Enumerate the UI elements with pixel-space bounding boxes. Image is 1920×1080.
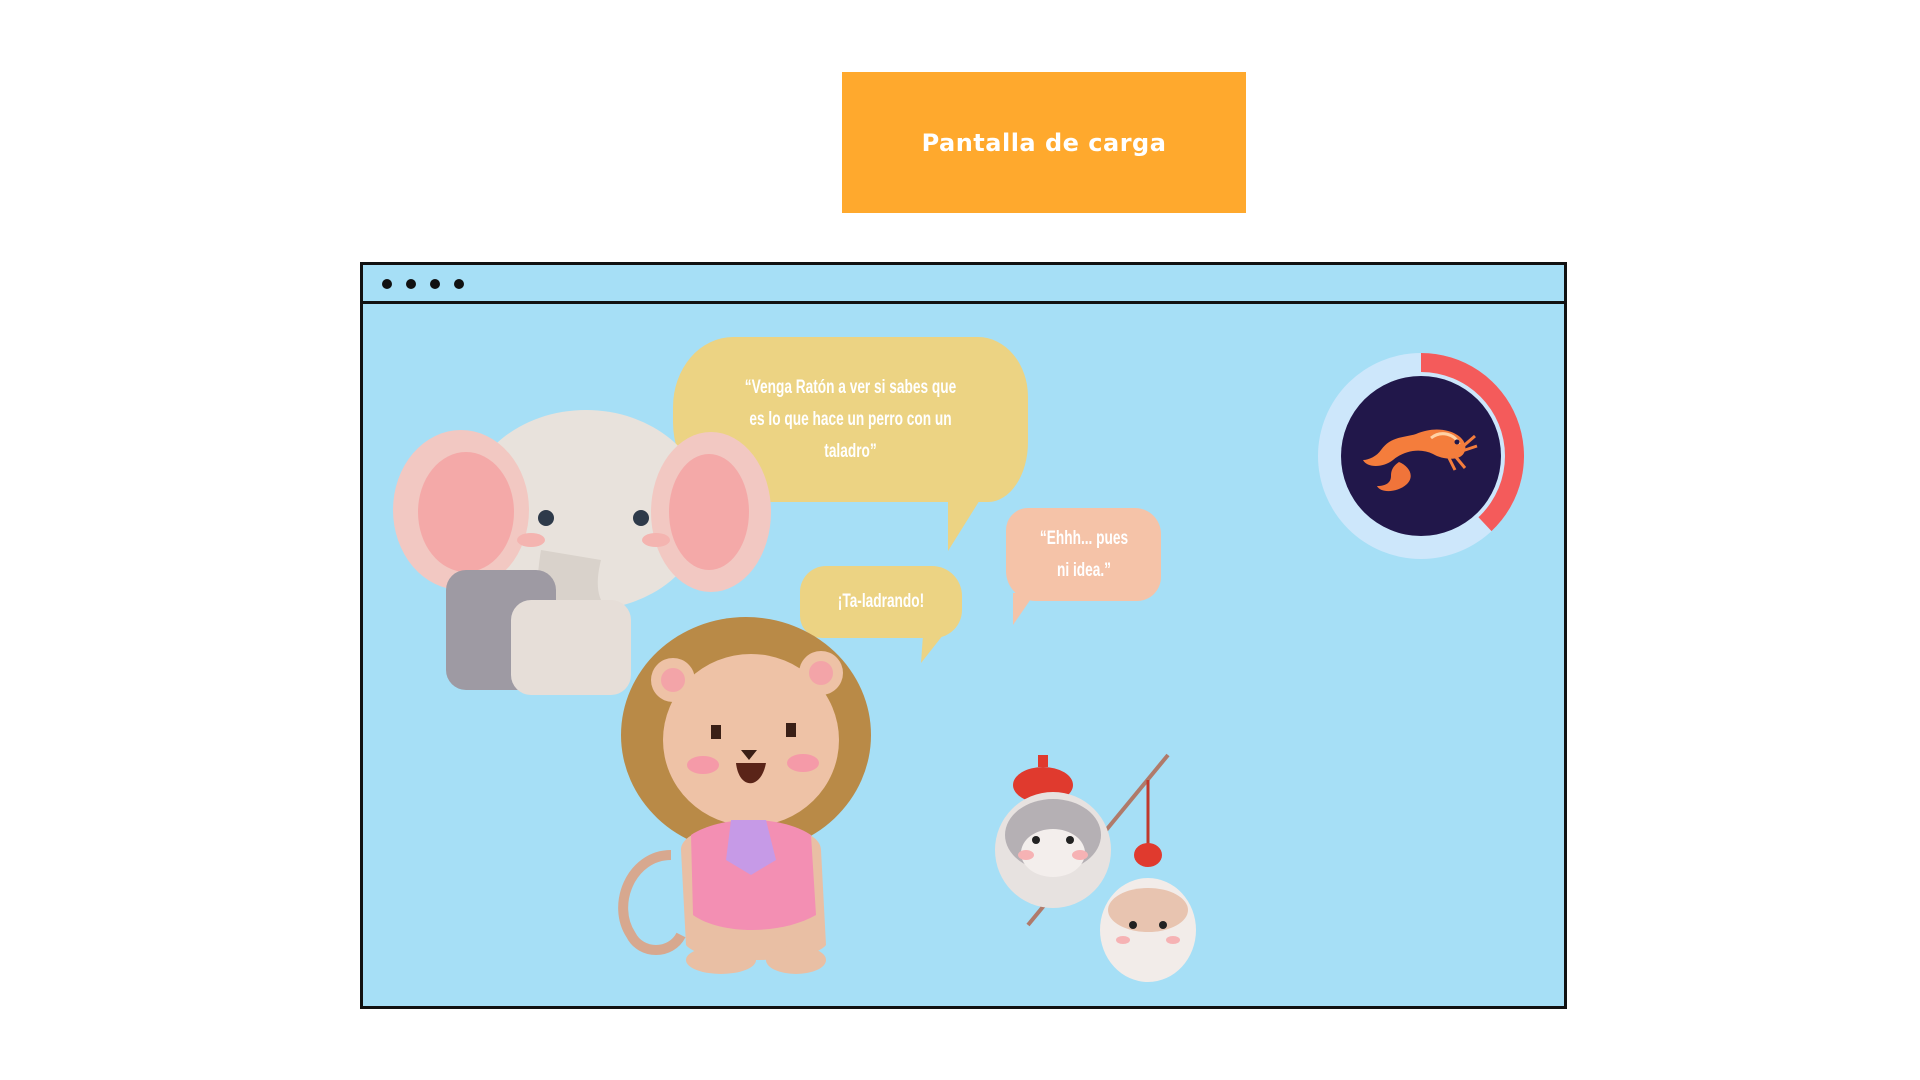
loading-screen-title-banner: Pantalla de carga [842, 72, 1246, 213]
hamster-speech-bubble: “Ehhh... pues ni idea.” [1006, 508, 1161, 601]
lion-speech-text: ¡Ta-ladrando! [837, 591, 925, 612]
hamsters-with-lantern-character [995, 753, 1196, 982]
browser-window-mockup: “Venga Ratón a ver si sabes que es lo qu… [360, 262, 1567, 1009]
loading-progress-ring [1318, 353, 1524, 559]
page-title: Pantalla de carga [921, 128, 1167, 157]
lion-character [618, 617, 871, 974]
hamster-speech-text: “Ehhh... pues ni idea.” [1039, 527, 1128, 581]
